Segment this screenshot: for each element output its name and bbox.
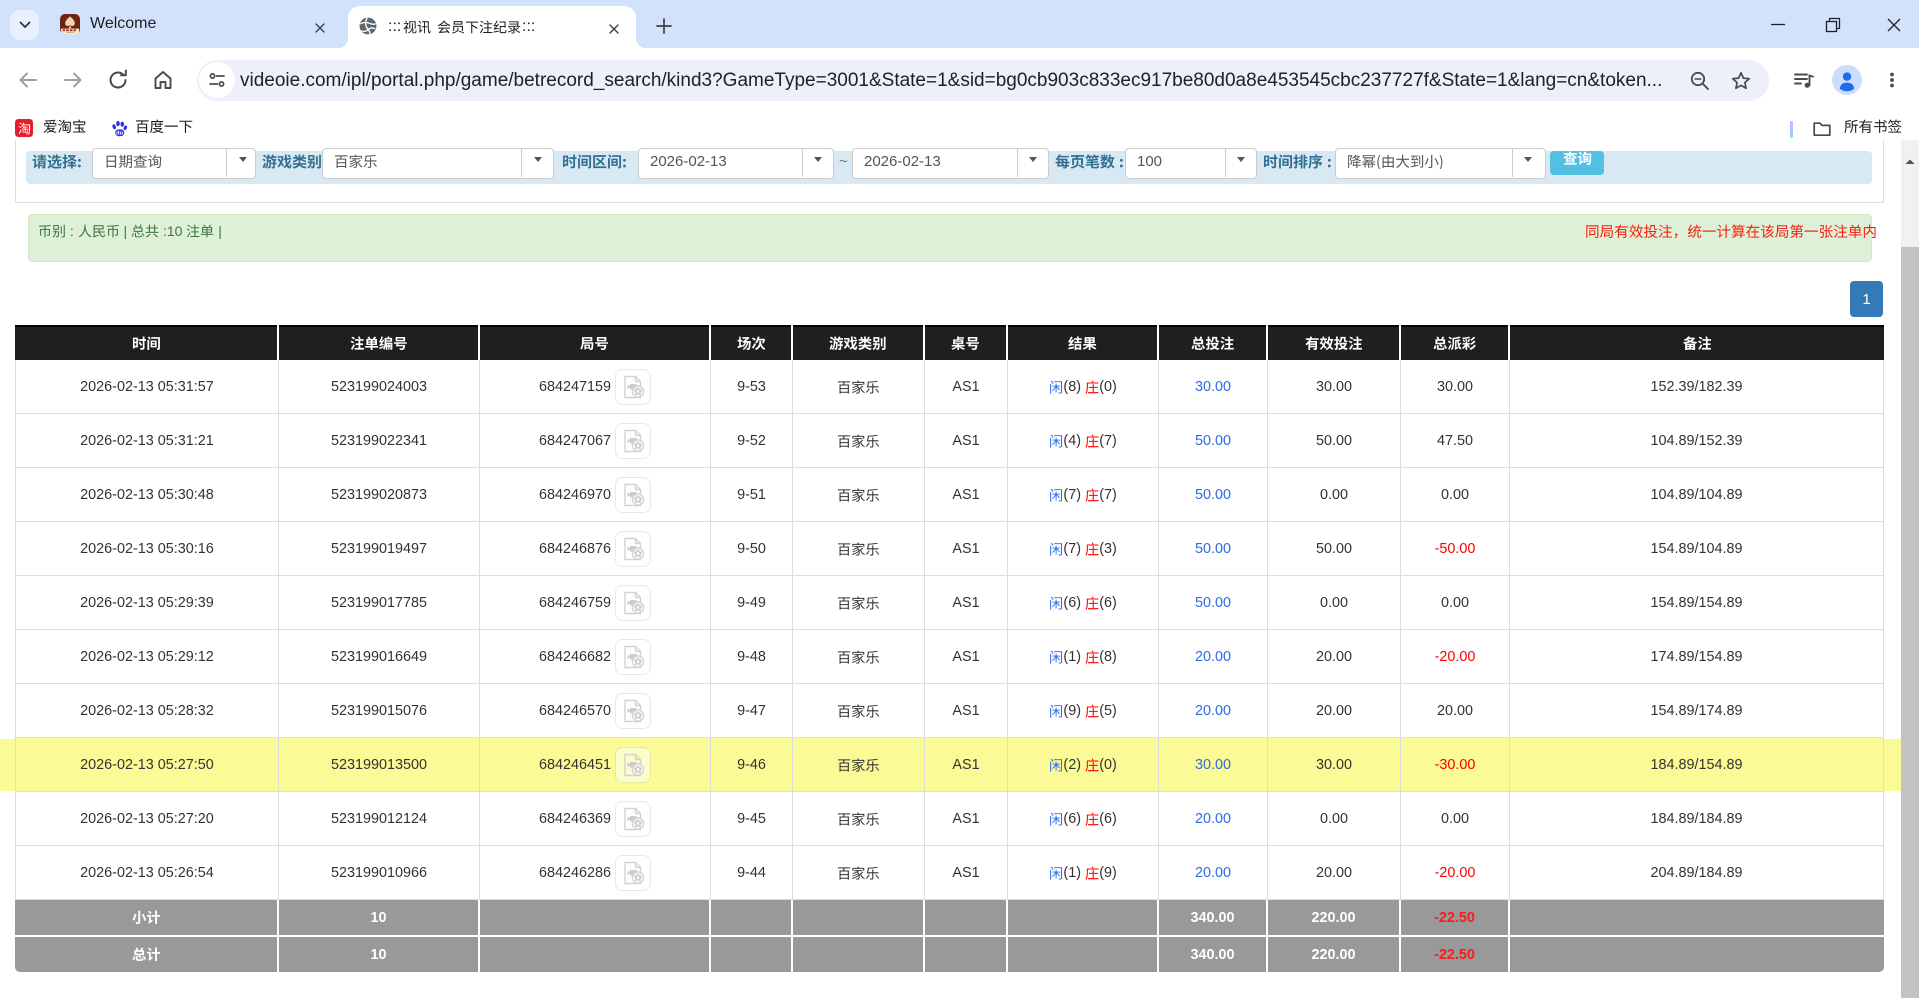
svg-text:du: du: [116, 131, 123, 137]
